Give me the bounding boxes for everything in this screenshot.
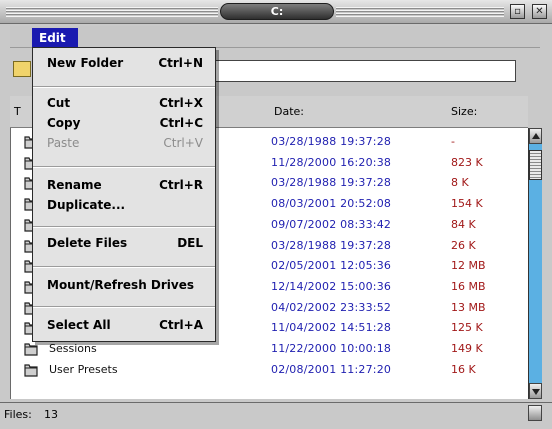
menu-item-new-folder[interactable]: New Folder Ctrl+N: [33, 54, 215, 74]
menu-item-rename[interactable]: Rename Ctrl+R: [33, 176, 215, 196]
scroll-down-arrow-icon[interactable]: [529, 383, 542, 399]
folder-up-icon[interactable]: [13, 61, 31, 77]
menu-separator: [33, 306, 215, 308]
column-header-size[interactable]: Size:: [451, 105, 477, 118]
menu-item-label: Select All: [47, 318, 111, 332]
menu-item-paste: Paste Ctrl+V: [33, 134, 215, 154]
menu-item-label: Rename: [47, 178, 102, 192]
menu-item-cut[interactable]: Cut Ctrl+X: [33, 94, 215, 114]
menu-edit[interactable]: Edit: [32, 28, 78, 48]
file-date: 11/28/2000 16:20:38: [271, 155, 392, 169]
close-icon[interactable]: ✕: [532, 4, 547, 19]
menu-item-shortcut: Ctrl+V: [163, 136, 203, 150]
title-bar[interactable]: C: ▫ ✕: [0, 0, 552, 24]
title-stripes-right: [336, 7, 504, 17]
file-size: 823 K: [451, 155, 483, 169]
menu-item-label: Mount/Refresh Drives: [47, 278, 195, 292]
file-date: 03/28/1988 19:37:28: [271, 135, 392, 148]
zoom-box-icon[interactable]: ▫: [510, 4, 525, 19]
path-field[interactable]: [180, 60, 516, 82]
file-date: 02/05/2001 12:05:36: [271, 259, 392, 273]
menu-bar: Edit: [10, 26, 540, 48]
column-header-type[interactable]: T: [14, 105, 21, 118]
menu-item-copy[interactable]: Copy Ctrl+C: [33, 114, 215, 134]
file-name: User Presets: [49, 362, 118, 376]
folder-icon: [24, 343, 38, 356]
menu-item-shortcut: Ctrl+C: [159, 116, 203, 130]
file-size: 16 K: [451, 362, 476, 376]
file-date: 11/22/2000 10:00:18: [271, 342, 392, 355]
vertical-scrollbar[interactable]: [528, 128, 542, 399]
menu-item-delete-files[interactable]: Delete Files DEL: [33, 234, 215, 254]
menu-separator: [33, 226, 215, 228]
scroll-thumb[interactable]: [529, 150, 542, 180]
file-date: 12/14/2002 15:00:36: [271, 279, 392, 293]
file-size: 12 MB: [451, 259, 486, 273]
file-date: 03/28/1988 19:37:28: [271, 176, 392, 190]
menu-item-label: Delete Files: [47, 236, 128, 250]
file-size: 16 MB: [451, 279, 486, 293]
file-size: 26 K: [451, 238, 476, 252]
menu-item-mount-refresh-drives[interactable]: Mount/Refresh Drives: [33, 276, 215, 296]
table-row[interactable]: Sessions 11/22/2000 10:00:18 149 K: [11, 339, 529, 359]
file-size: -: [451, 135, 455, 148]
menu-separator: [33, 86, 215, 88]
table-row[interactable]: User Presets 02/08/2001 11:27:20 16 K: [11, 360, 529, 380]
file-date: 11/04/2002 14:51:28: [271, 321, 392, 335]
edit-menu-dropdown: New Folder Ctrl+N Cut Ctrl+X Copy Ctrl+C…: [32, 47, 216, 342]
file-date: 08/03/2001 20:52:08: [271, 197, 392, 211]
menu-separator: [33, 266, 215, 268]
file-date: 04/02/2002 23:33:52: [271, 300, 392, 314]
file-name: Sessions: [49, 342, 97, 355]
folder-icon: [24, 364, 38, 377]
menu-item-label: Cut: [47, 96, 71, 110]
file-size: 13 MB: [451, 300, 486, 314]
resize-grip-icon[interactable]: [528, 405, 542, 421]
menu-separator: [33, 166, 215, 168]
menu-item-shortcut: Ctrl+R: [159, 178, 203, 192]
file-date: 09/07/2002 08:33:42: [271, 217, 392, 231]
menu-item-shortcut: Ctrl+X: [159, 96, 203, 110]
file-date: 02/08/2001 11:27:20: [271, 362, 392, 376]
files-count-label: Files:: [4, 408, 32, 421]
status-bar: Files: 13: [0, 402, 552, 429]
drive-title-pill: C:: [220, 3, 334, 20]
menu-item-shortcut: Ctrl+N: [158, 56, 203, 70]
file-size: 149 K: [451, 342, 483, 355]
title-stripes-left: [6, 7, 218, 17]
menu-item-label: New Folder: [47, 56, 124, 70]
column-header-date[interactable]: Date:: [274, 105, 304, 118]
file-size: 84 K: [451, 217, 476, 231]
menu-item-label: Duplicate...: [47, 198, 126, 212]
menu-item-label: Paste: [47, 136, 80, 150]
file-size: 154 K: [451, 197, 483, 211]
file-size: 125 K: [451, 321, 483, 335]
file-size: 8 K: [451, 176, 469, 190]
menu-item-select-all[interactable]: Select All Ctrl+A: [33, 316, 215, 336]
menu-item-shortcut: DEL: [177, 236, 203, 250]
files-count-value: 13: [44, 408, 58, 421]
menu-item-label: Copy: [47, 116, 81, 130]
scroll-up-arrow-icon[interactable]: [529, 128, 542, 144]
menu-item-duplicate[interactable]: Duplicate...: [33, 196, 215, 216]
window-title: C:: [270, 5, 284, 18]
file-date: 03/28/1988 19:37:28: [271, 238, 392, 252]
menu-item-shortcut: Ctrl+A: [159, 318, 203, 332]
